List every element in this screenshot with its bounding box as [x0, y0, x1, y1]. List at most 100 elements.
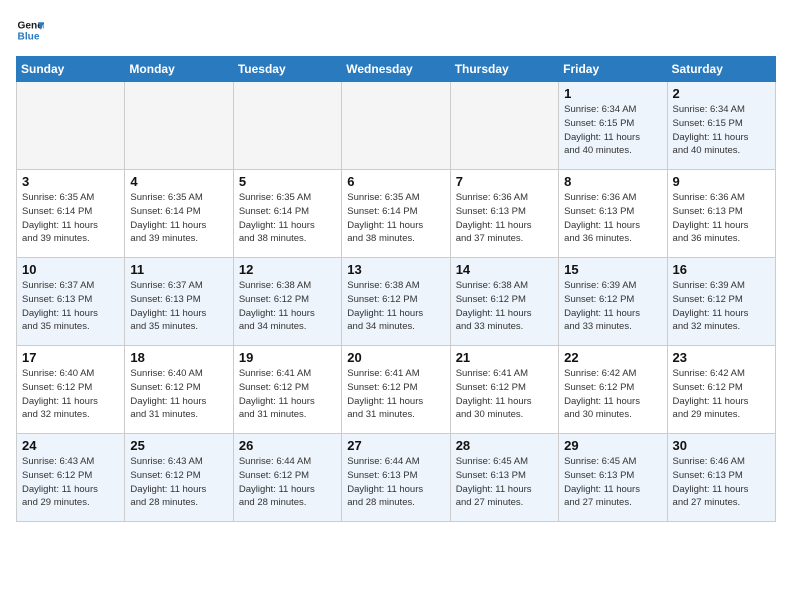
day-number: 28 — [456, 438, 553, 453]
day-number: 2 — [673, 86, 770, 101]
calendar-cell: 27Sunrise: 6:44 AM Sunset: 6:13 PM Dayli… — [342, 434, 450, 522]
calendar-cell: 16Sunrise: 6:39 AM Sunset: 6:12 PM Dayli… — [667, 258, 775, 346]
weekday-wednesday: Wednesday — [342, 57, 450, 82]
calendar-cell: 29 Sunrise: 6:45 AM Sunset: 6:13 PM Dayli… — [559, 434, 667, 522]
calendar-cell — [342, 82, 450, 170]
day-info: Sunrise: 6:39 AM Sunset: 6:12 PM Dayligh… — [564, 279, 661, 334]
day-number: 26 — [239, 438, 336, 453]
calendar-cell: 1 Sunrise: 6:34 AM Sunset: 6:15 PM Daylig… — [559, 82, 667, 170]
day-number: 30 — [673, 438, 770, 453]
calendar-cell: 3 Sunrise: 6:35 AM Sunset: 6:14 PM Daylig… — [17, 170, 125, 258]
calendar-cell: 21 Sunrise: 6:41 AM Sunset: 6:12 PM Dayli… — [450, 346, 558, 434]
calendar-cell: 22 Sunrise: 6:42 AM Sunset: 6:12 PM Dayli… — [559, 346, 667, 434]
calendar-cell: 6 Sunrise: 6:35 AM Sunset: 6:14 PM Daylig… — [342, 170, 450, 258]
day-info: Sunrise: 6:45 AM Sunset: 6:13 PM Dayligh… — [456, 455, 553, 510]
calendar-cell: 19Sunrise: 6:41 AM Sunset: 6:12 PM Dayli… — [233, 346, 341, 434]
calendar-cell: 28 Sunrise: 6:45 AM Sunset: 6:13 PM Dayli… — [450, 434, 558, 522]
calendar-cell — [125, 82, 233, 170]
day-number: 23 — [673, 350, 770, 365]
day-number: 21 — [456, 350, 553, 365]
day-number: 6 — [347, 174, 444, 189]
day-info: Sunrise: 6:42 AM Sunset: 6:12 PM Dayligh… — [564, 367, 661, 422]
day-info: Sunrise: 6:34 AM Sunset: 6:15 PM Dayligh… — [564, 103, 661, 158]
day-number: 22 — [564, 350, 661, 365]
calendar-cell — [233, 82, 341, 170]
day-info: Sunrise: 6:43 AM Sunset: 6:12 PM Dayligh… — [130, 455, 227, 510]
calendar-week-0: 1 Sunrise: 6:34 AM Sunset: 6:15 PM Daylig… — [17, 82, 776, 170]
calendar-cell: 4 Sunrise: 6:35 AM Sunset: 6:14 PM Daylig… — [125, 170, 233, 258]
calendar-cell: 26 Sunrise: 6:44 AM Sunset: 6:12 PM Dayli… — [233, 434, 341, 522]
day-number: 9 — [673, 174, 770, 189]
day-info: Sunrise: 6:35 AM Sunset: 6:14 PM Dayligh… — [22, 191, 119, 246]
weekday-saturday: Saturday — [667, 57, 775, 82]
calendar-cell: 25 Sunrise: 6:43 AM Sunset: 6:12 PM Dayli… — [125, 434, 233, 522]
calendar-cell: 18 Sunrise: 6:40 AM Sunset: 6:12 PM Dayli… — [125, 346, 233, 434]
day-info: Sunrise: 6:45 AM Sunset: 6:13 PM Dayligh… — [564, 455, 661, 510]
weekday-thursday: Thursday — [450, 57, 558, 82]
weekday-header-row: SundayMondayTuesdayWednesdayThursdayFrid… — [17, 57, 776, 82]
day-number: 13 — [347, 262, 444, 277]
calendar-cell: 5 Sunrise: 6:35 AM Sunset: 6:14 PM Daylig… — [233, 170, 341, 258]
calendar-cell: 12Sunrise: 6:38 AM Sunset: 6:12 PM Dayli… — [233, 258, 341, 346]
logo-icon: General Blue — [16, 16, 44, 44]
calendar-cell: 20Sunrise: 6:41 AM Sunset: 6:12 PM Dayli… — [342, 346, 450, 434]
day-info: Sunrise: 6:37 AM Sunset: 6:13 PM Dayligh… — [130, 279, 227, 334]
calendar-cell: 10Sunrise: 6:37 AM Sunset: 6:13 PM Dayli… — [17, 258, 125, 346]
calendar-cell: 15 Sunrise: 6:39 AM Sunset: 6:12 PM Dayli… — [559, 258, 667, 346]
day-number: 11 — [130, 262, 227, 277]
day-info: Sunrise: 6:41 AM Sunset: 6:12 PM Dayligh… — [456, 367, 553, 422]
day-info: Sunrise: 6:43 AM Sunset: 6:12 PM Dayligh… — [22, 455, 119, 510]
calendar-week-4: 24 Sunrise: 6:43 AM Sunset: 6:12 PM Dayli… — [17, 434, 776, 522]
day-info: Sunrise: 6:35 AM Sunset: 6:14 PM Dayligh… — [130, 191, 227, 246]
day-number: 12 — [239, 262, 336, 277]
day-info: Sunrise: 6:46 AM Sunset: 6:13 PM Dayligh… — [673, 455, 770, 510]
day-number: 7 — [456, 174, 553, 189]
day-number: 1 — [564, 86, 661, 101]
calendar-cell — [17, 82, 125, 170]
calendar-week-1: 3 Sunrise: 6:35 AM Sunset: 6:14 PM Daylig… — [17, 170, 776, 258]
calendar-cell: 30 Sunrise: 6:46 AM Sunset: 6:13 PM Dayli… — [667, 434, 775, 522]
day-info: Sunrise: 6:39 AM Sunset: 6:12 PM Dayligh… — [673, 279, 770, 334]
day-number: 29 — [564, 438, 661, 453]
weekday-tuesday: Tuesday — [233, 57, 341, 82]
day-number: 15 — [564, 262, 661, 277]
day-number: 18 — [130, 350, 227, 365]
weekday-friday: Friday — [559, 57, 667, 82]
day-number: 20 — [347, 350, 444, 365]
calendar-cell: 23Sunrise: 6:42 AM Sunset: 6:12 PM Dayli… — [667, 346, 775, 434]
day-number: 27 — [347, 438, 444, 453]
svg-text:Blue: Blue — [18, 31, 40, 42]
calendar-week-2: 10Sunrise: 6:37 AM Sunset: 6:13 PM Dayli… — [17, 258, 776, 346]
calendar-cell: 2 Sunrise: 6:34 AM Sunset: 6:15 PM Daylig… — [667, 82, 775, 170]
day-number: 3 — [22, 174, 119, 189]
day-info: Sunrise: 6:41 AM Sunset: 6:12 PM Dayligh… — [239, 367, 336, 422]
day-info: Sunrise: 6:35 AM Sunset: 6:14 PM Dayligh… — [239, 191, 336, 246]
day-info: Sunrise: 6:36 AM Sunset: 6:13 PM Dayligh… — [564, 191, 661, 246]
day-info: Sunrise: 6:36 AM Sunset: 6:13 PM Dayligh… — [673, 191, 770, 246]
day-info: Sunrise: 6:44 AM Sunset: 6:12 PM Dayligh… — [239, 455, 336, 510]
day-info: Sunrise: 6:38 AM Sunset: 6:12 PM Dayligh… — [347, 279, 444, 334]
calendar-cell — [450, 82, 558, 170]
day-info: Sunrise: 6:40 AM Sunset: 6:12 PM Dayligh… — [22, 367, 119, 422]
day-number: 25 — [130, 438, 227, 453]
calendar-cell: 13 Sunrise: 6:38 AM Sunset: 6:12 PM Dayli… — [342, 258, 450, 346]
day-info: Sunrise: 6:38 AM Sunset: 6:12 PM Dayligh… — [456, 279, 553, 334]
calendar-cell: 9 Sunrise: 6:36 AM Sunset: 6:13 PM Daylig… — [667, 170, 775, 258]
logo: General Blue — [16, 16, 44, 44]
calendar-body: 1 Sunrise: 6:34 AM Sunset: 6:15 PM Daylig… — [17, 82, 776, 522]
day-number: 24 — [22, 438, 119, 453]
weekday-sunday: Sunday — [17, 57, 125, 82]
day-number: 5 — [239, 174, 336, 189]
calendar-cell: 24 Sunrise: 6:43 AM Sunset: 6:12 PM Dayli… — [17, 434, 125, 522]
calendar-cell: 17Sunrise: 6:40 AM Sunset: 6:12 PM Dayli… — [17, 346, 125, 434]
day-number: 14 — [456, 262, 553, 277]
day-number: 4 — [130, 174, 227, 189]
calendar-cell: 7Sunrise: 6:36 AM Sunset: 6:13 PM Daylig… — [450, 170, 558, 258]
day-info: Sunrise: 6:37 AM Sunset: 6:13 PM Dayligh… — [22, 279, 119, 334]
calendar-cell: 11 Sunrise: 6:37 AM Sunset: 6:13 PM Dayli… — [125, 258, 233, 346]
day-info: Sunrise: 6:40 AM Sunset: 6:12 PM Dayligh… — [130, 367, 227, 422]
day-info: Sunrise: 6:34 AM Sunset: 6:15 PM Dayligh… — [673, 103, 770, 158]
calendar-cell: 8 Sunrise: 6:36 AM Sunset: 6:13 PM Daylig… — [559, 170, 667, 258]
day-info: Sunrise: 6:35 AM Sunset: 6:14 PM Dayligh… — [347, 191, 444, 246]
day-number: 8 — [564, 174, 661, 189]
